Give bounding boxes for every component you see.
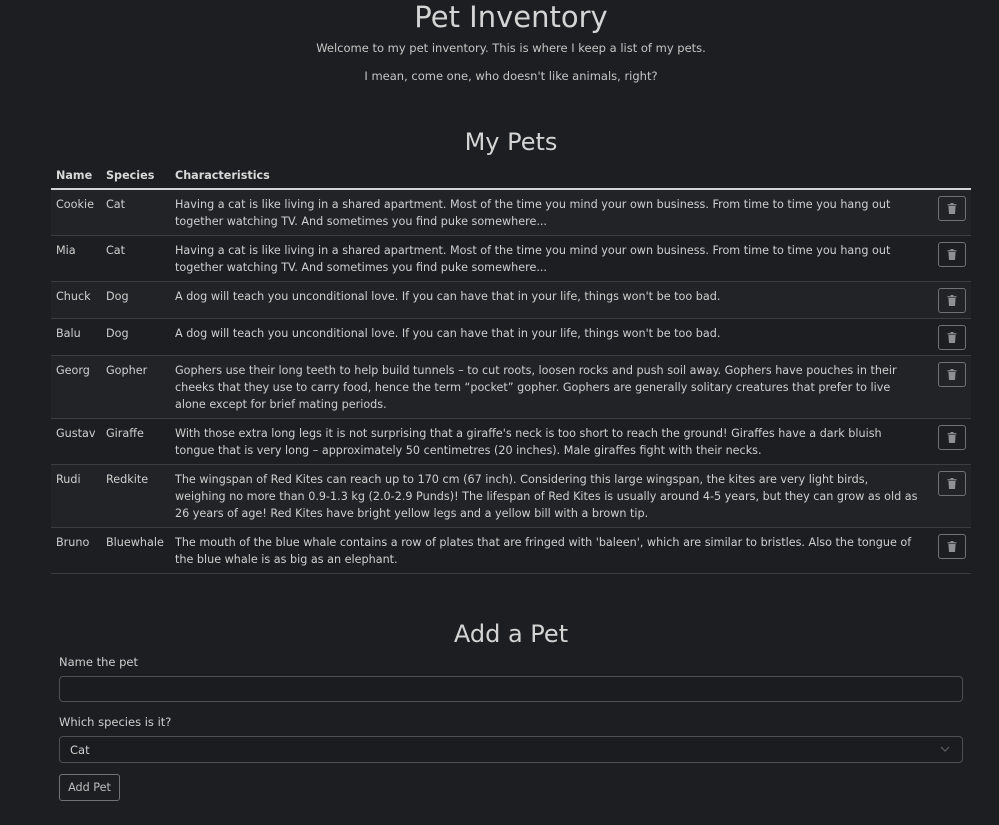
trash-icon xyxy=(947,369,957,380)
species-select[interactable]: Cat xyxy=(59,736,963,763)
table-row: Bruno Bluewhale The mouth of the blue whal… xyxy=(51,527,971,574)
pet-actions-cell xyxy=(927,355,971,419)
pet-name-cell: Balu xyxy=(51,318,101,356)
my-pets-heading: My Pets xyxy=(464,128,558,156)
delete-pet-button[interactable] xyxy=(938,362,966,387)
pet-actions-cell xyxy=(927,318,971,356)
table-row: Gustav Giraffe With those extra long legs … xyxy=(51,418,971,465)
delete-pet-button[interactable] xyxy=(938,196,966,221)
pet-name-input[interactable] xyxy=(59,676,963,702)
pet-species-cell: Redkite xyxy=(101,464,170,528)
page-title: Pet Inventory xyxy=(414,0,608,34)
trash-icon xyxy=(947,249,957,260)
species-selected-value: Cat xyxy=(70,742,90,757)
pet-actions-cell xyxy=(927,418,971,465)
intro-text: Welcome to my pet inventory. This is whe… xyxy=(316,41,706,55)
delete-pet-button[interactable] xyxy=(938,288,966,313)
trash-icon xyxy=(947,295,957,306)
trash-icon xyxy=(947,478,957,489)
pet-species-cell: Bluewhale xyxy=(101,527,170,574)
trash-icon xyxy=(947,332,957,343)
pet-species-cell: Dog xyxy=(101,318,170,356)
table-header-row: Name Species Characteristics xyxy=(51,163,971,190)
pet-name-label: Name the pet xyxy=(59,655,138,669)
pet-characteristics-cell: With those extra long legs it is not sur… xyxy=(170,418,927,465)
add-pet-heading: Add a Pet xyxy=(453,620,569,648)
pet-species-cell: Cat xyxy=(101,235,170,282)
table-row: Georg Gopher Gophers use their long teeth … xyxy=(51,355,971,419)
pet-name-cell: Gustav xyxy=(51,418,101,465)
pet-name-cell: Chuck xyxy=(51,281,101,319)
pet-characteristics-cell: The mouth of the blue whale contains a r… xyxy=(170,527,927,574)
pet-name-cell: Rudi xyxy=(51,464,101,528)
table-row: Chuck Dog A dog will teach you uncondition… xyxy=(51,281,971,319)
table-row: Balu Dog A dog will teach you unconditiona… xyxy=(51,318,971,356)
pet-characteristics-cell: The wingspan of Red Kites can reach up t… xyxy=(170,464,927,528)
pet-species-cell: Gopher xyxy=(101,355,170,419)
add-pet-button[interactable]: Add Pet xyxy=(59,774,120,801)
pet-actions-cell xyxy=(927,527,971,574)
pet-actions-cell xyxy=(927,281,971,319)
column-header-actions xyxy=(927,163,971,190)
trash-icon xyxy=(947,432,957,443)
pet-species-cell: Dog xyxy=(101,281,170,319)
pets-table-body: Cookie Cat Having a cat is like living in … xyxy=(51,189,971,574)
pet-characteristics-cell: Gophers use their long teeth to help bui… xyxy=(170,355,927,419)
delete-pet-button[interactable] xyxy=(938,471,966,496)
column-header-name: Name xyxy=(51,163,101,190)
pet-characteristics-cell: A dog will teach you unconditional love.… xyxy=(170,281,927,319)
column-header-species: Species xyxy=(101,163,170,190)
pet-characteristics-cell: Having a cat is like living in a shared … xyxy=(170,235,927,282)
species-label: Which species is it? xyxy=(59,715,172,729)
pet-actions-cell xyxy=(927,189,971,236)
delete-pet-button[interactable] xyxy=(938,425,966,450)
table-row: Rudi Redkite The wingspan of Red Kites can… xyxy=(51,464,971,528)
chevron-down-icon xyxy=(940,746,950,752)
pet-name-cell: Cookie xyxy=(51,189,101,236)
delete-pet-button[interactable] xyxy=(938,242,966,267)
column-header-characteristics: Characteristics xyxy=(170,163,927,190)
pets-table: Name Species Characteristics Cookie Cat Ha… xyxy=(51,163,971,574)
table-row: Cookie Cat Having a cat is like living in … xyxy=(51,189,971,236)
pet-species-cell: Giraffe xyxy=(101,418,170,465)
pet-characteristics-cell: Having a cat is like living in a shared … xyxy=(170,189,927,236)
pet-characteristics-cell: A dog will teach you unconditional love.… xyxy=(170,318,927,356)
intro-subtext: I mean, come one, who doesn't like anima… xyxy=(364,69,658,83)
pet-actions-cell xyxy=(927,235,971,282)
pet-species-cell: Cat xyxy=(101,189,170,236)
delete-pet-button[interactable] xyxy=(938,325,966,350)
trash-icon xyxy=(947,203,957,214)
pet-name-cell: Georg xyxy=(51,355,101,419)
trash-icon xyxy=(947,541,957,552)
pet-name-cell: Mia xyxy=(51,235,101,282)
pet-name-cell: Bruno xyxy=(51,527,101,574)
delete-pet-button[interactable] xyxy=(938,534,966,559)
table-row: Mia Cat Having a cat is like living in a s… xyxy=(51,235,971,282)
page: Pet Inventory Welcome to my pet inventor… xyxy=(0,0,999,825)
pet-actions-cell xyxy=(927,464,971,528)
